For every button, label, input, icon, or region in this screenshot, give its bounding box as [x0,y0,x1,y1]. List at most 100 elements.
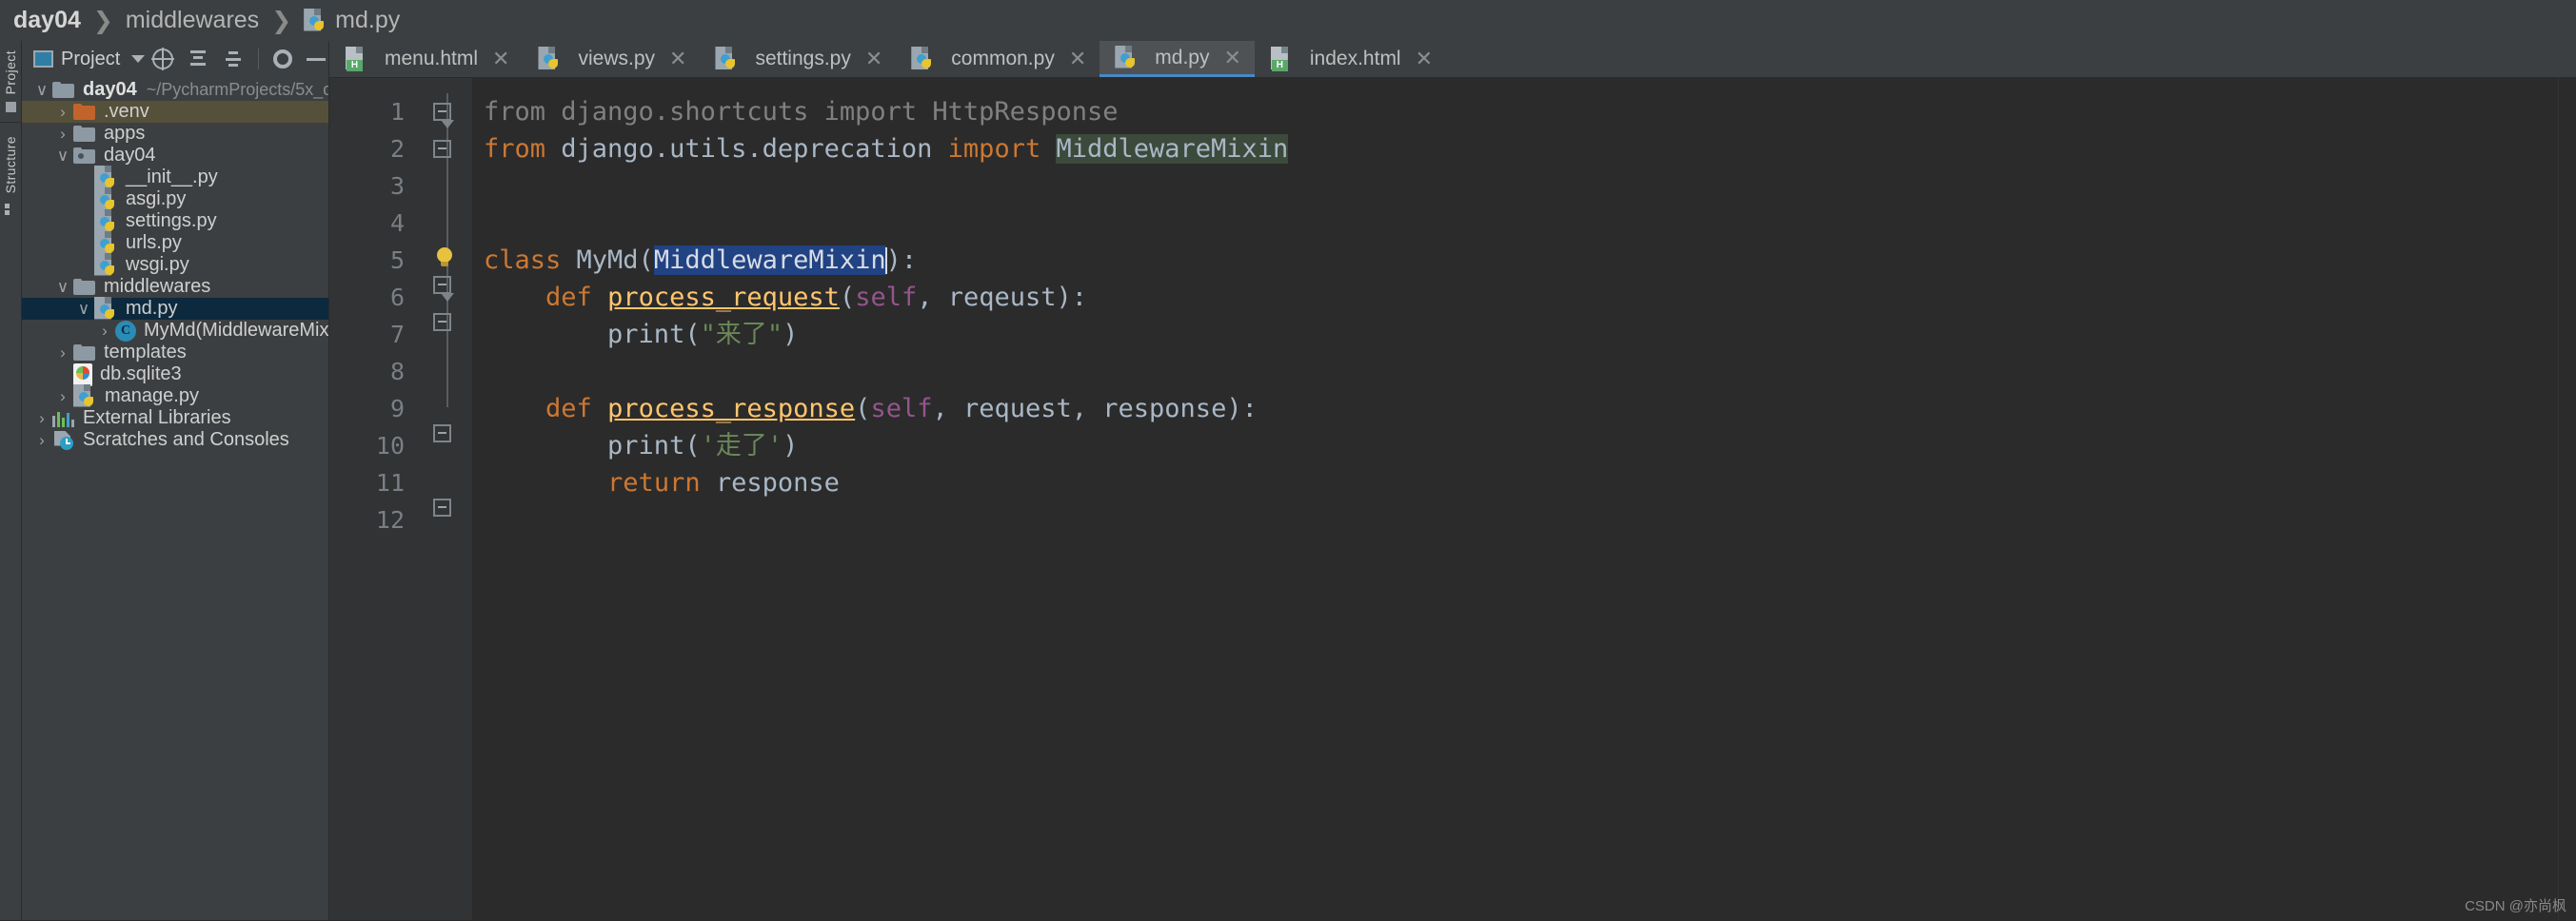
fold-toggle-icon[interactable] [433,276,451,294]
python-file-icon [538,47,561,71]
chevron-right-icon[interactable]: › [52,103,73,122]
main-body: Project Structure Project ∨ day04 ~/Pych… [0,41,2576,920]
fold-toggle-icon[interactable] [433,140,451,158]
tree-item-md-py[interactable]: ∨ md.py [22,296,328,320]
code-folding-gutter[interactable] [420,78,472,920]
editor-tab-label: common.py [951,48,1055,69]
tree-item-middlewares[interactable]: ∨ middlewares [22,276,328,298]
editor-tab-index-html[interactable]: Hindex.html ✕ [1255,41,1446,77]
tool-window-structure-label[interactable]: Structure [3,136,18,193]
line-number: 5 [389,246,405,274]
close-icon[interactable]: ✕ [1223,47,1240,69]
breadcrumb-separator-icon: ❯ [271,7,292,34]
tree-item-db-sqlite3[interactable]: db.sqlite3 [22,363,328,386]
folder-icon [73,343,96,362]
code-line-5: class MyMd(MiddlewareMixin): [484,245,918,275]
select-opened-file-icon[interactable] [151,48,175,70]
tree-item-label: __init__.py [126,167,218,187]
chevron-down-icon[interactable]: ∨ [31,81,52,100]
expand-all-icon[interactable] [188,49,208,69]
close-icon[interactable]: ✕ [669,49,686,69]
hide-icon[interactable] [307,57,327,61]
editor-tab-menu-html[interactable]: Hmenu.html ✕ [329,41,523,77]
line-number: 2 [389,135,405,163]
tree-item-wsgi-py[interactable]: wsgi.py [22,252,328,276]
source-folder-icon [73,147,96,165]
breadcrumb-item-file[interactable]: md.py [304,7,400,34]
project-tree[interactable]: ∨ day04 ~/PycharmProjects/5x_django_s › .ven… [22,77,328,920]
tree-item-label: asgi.py [126,188,187,209]
code-line-7: print("来了") [484,320,799,349]
chevron-right-icon[interactable]: › [52,343,73,363]
line-number: 6 [389,284,405,311]
tree-item-label: .venv [104,101,149,122]
tree-item-venv[interactable]: › .venv [22,101,328,123]
editor-tab-settings-py[interactable]: settings.py ✕ [700,41,896,77]
folder-icon [73,125,96,143]
intention-bulb-icon[interactable] [435,247,454,270]
editor-scrollbar[interactable] [2558,78,2576,920]
tree-item-path: ~/PycharmProjects/5x_django_s [146,80,328,99]
collapse-all-icon[interactable] [223,49,244,69]
tree-item-day04[interactable]: ∨ day04 [22,145,328,167]
close-icon[interactable]: ✕ [1416,49,1433,69]
chevron-down-icon[interactable]: ∨ [73,300,94,319]
fold-toggle-icon[interactable] [433,424,451,442]
breadcrumb-label: day04 [13,7,81,33]
editor-tab-common-py[interactable]: common.py ✕ [896,41,1100,77]
scratches-icon [52,430,75,450]
tree-item-label: manage.py [105,385,199,406]
tree-item-label: db.sqlite3 [100,363,182,384]
tree-item-label: Scratches and Consoles [83,429,289,450]
tree-item-templates[interactable]: › templates [22,342,328,363]
fold-toggle-icon[interactable] [433,313,451,331]
close-icon[interactable]: ✕ [492,49,509,69]
chevron-down-icon[interactable] [131,55,146,63]
tree-item-label: templates [104,342,187,363]
chevron-right-icon[interactable]: › [52,125,73,144]
code-line-11: return response [607,468,840,498]
tree-item-init-py[interactable]: __init__.py [22,165,328,188]
tree-item-apps[interactable]: › apps [22,123,328,145]
editor-tab-md-py[interactable]: md.py ✕ [1100,41,1255,77]
chevron-right-icon[interactable]: › [94,322,115,341]
code-line-10: print('走了') [484,431,799,460]
tree-item-external-libraries[interactable]: › External Libraries [22,407,328,429]
watermark-text: CSDN @亦尚枫 [2465,898,2566,914]
tree-item-day04[interactable]: ∨ day04 ~/PycharmProjects/5x_django_s [22,79,328,101]
tree-item-scratches-and-consoles[interactable]: › Scratches and Consoles [22,429,328,451]
fold-toggle-icon[interactable] [433,499,451,517]
tool-window-project-label[interactable]: Project [3,50,18,94]
tree-item-mymd-middlewaremixin[interactable]: ›C MyMd(MiddlewareMixin) [22,320,328,342]
editor-area: Hmenu.html ✕ views.py ✕ settings.py ✕ common.p… [329,41,2576,920]
fold-arrow-icon [441,293,454,302]
breadcrumb-item-project[interactable]: day04 [13,7,81,34]
chevron-down-icon[interactable]: ∨ [52,278,73,297]
pycharm-window: day04 ❯ middlewares ❯ md.py Project Stru… [0,0,2576,921]
tree-item-manage-py[interactable]: › manage.py [22,383,328,407]
code-text[interactable]: from django.shortcuts import HttpRespons… [472,78,2558,920]
chevron-right-icon[interactable]: › [52,387,73,406]
chevron-right-icon[interactable]: › [31,409,52,428]
python-file-icon [715,47,738,71]
editor-tab-label: index.html [1309,48,1401,69]
tree-item-label: day04 [83,79,137,100]
breadcrumb-label: md.py [335,7,401,33]
close-icon[interactable]: ✕ [1069,49,1086,69]
code-line-9: def process_response(self, request, resp… [545,394,1258,423]
chevron-down-icon[interactable]: ∨ [52,147,73,166]
chevron-right-icon[interactable]: › [31,431,52,450]
editor-tab-views-py[interactable]: views.py ✕ [523,41,700,77]
tree-item-urls-py[interactable]: urls.py [22,230,328,254]
breadcrumb-item-folder[interactable]: middlewares [126,7,259,34]
tree-item-settings-py[interactable]: settings.py [22,208,328,232]
code-area: 1 2 3 4 5 6 7 8 9 10 11 12 from django.shortcuts im… [329,78,2576,920]
settings-gear-icon[interactable] [273,49,293,69]
fold-toggle-icon[interactable] [433,103,451,121]
line-number-gutter: 1 2 3 4 5 6 7 8 9 10 11 12 [329,78,420,920]
close-icon[interactable]: ✕ [865,49,882,69]
line-number: 12 [375,506,405,534]
tree-item-asgi-py[interactable]: asgi.py [22,186,328,210]
